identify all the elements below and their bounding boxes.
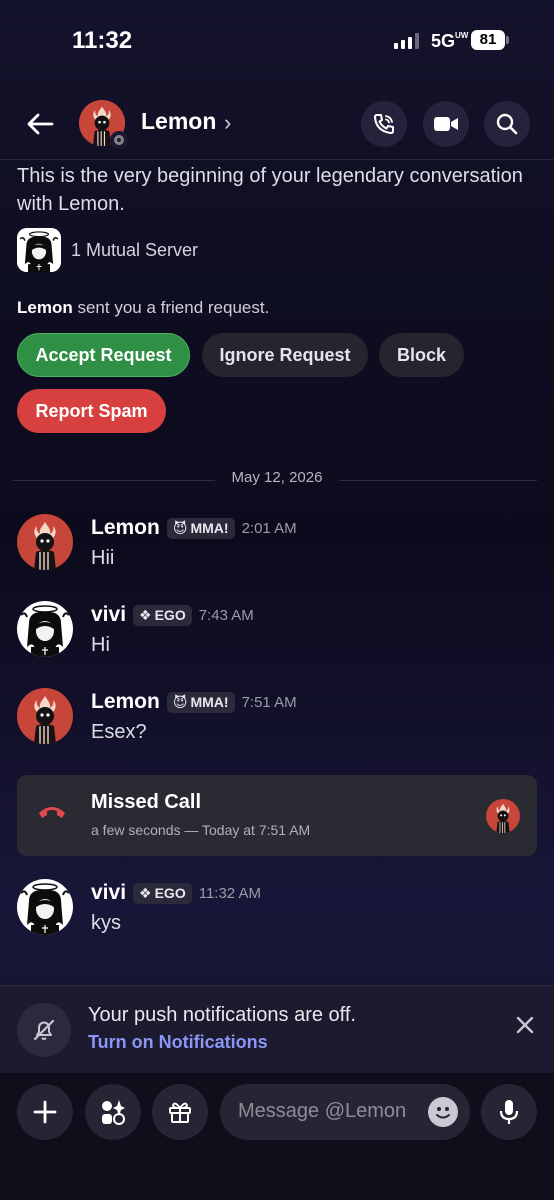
message-text: Hi <box>91 634 110 656</box>
gift-button[interactable] <box>152 1084 208 1140</box>
battery-nub <box>506 36 509 44</box>
signal-icon <box>394 33 419 49</box>
server-tag[interactable]: ❖ EGO <box>133 604 192 626</box>
message-input[interactable]: Message @Lemon <box>220 1084 470 1140</box>
voice-message-button[interactable] <box>481 1084 537 1140</box>
status-time: 11:32 <box>72 27 133 54</box>
message-input-placeholder: Message @Lemon <box>238 1100 407 1122</box>
call-title: Missed Call <box>91 791 202 813</box>
message-timestamp: 2:01 AM <box>241 519 297 537</box>
apps-icon <box>102 1100 125 1125</box>
gift-icon <box>169 1102 191 1123</box>
message-author[interactable]: Lemon <box>91 690 160 714</box>
apps-button[interactable] <box>85 1084 141 1140</box>
avatar <box>486 799 520 833</box>
message-composer: Message @Lemon <box>0 1073 554 1200</box>
tag-badge-icon: 😈 <box>172 519 188 536</box>
request-sender: Lemon <box>17 298 73 317</box>
header-username[interactable]: Lemon <box>141 108 216 135</box>
phone-icon <box>374 114 394 134</box>
avatar[interactable] <box>17 601 73 657</box>
emoji-icon[interactable] <box>428 1097 458 1127</box>
message-timestamp: 7:51 AM <box>241 693 297 711</box>
close-icon[interactable] <box>516 1016 534 1039</box>
video-call-button[interactable] <box>423 101 469 147</box>
add-attachment-button[interactable] <box>17 1084 73 1140</box>
report-spam-button[interactable]: Report Spam <box>17 389 166 433</box>
search-button[interactable] <box>484 101 530 147</box>
chevron-right-icon[interactable]: › <box>224 110 231 136</box>
tag-badge-icon: 😈 <box>172 693 188 710</box>
server-tag[interactable]: ❖ EGO <box>133 882 192 904</box>
mutual-server-label: 1 Mutual Server <box>71 239 199 260</box>
avatar[interactable] <box>17 688 73 744</box>
back-button[interactable] <box>22 106 58 142</box>
voice-call-button[interactable] <box>361 101 407 147</box>
microphone-icon <box>499 1100 519 1124</box>
mutual-servers[interactable]: 1 Mutual Server <box>17 228 198 272</box>
message-timestamp: 7:43 AM <box>198 606 254 624</box>
message-text: kys <box>91 912 121 934</box>
push-notification-banner: Your push notifications are off. Turn on… <box>0 985 554 1073</box>
message-author[interactable]: vivi <box>91 603 126 627</box>
bell-off-icon <box>17 1003 71 1057</box>
search-icon <box>496 113 518 135</box>
accept-request-button[interactable]: Accept Request <box>17 333 190 377</box>
conversation-intro: This is the very beginning of your legen… <box>17 165 523 215</box>
missed-call-icon <box>37 803 67 826</box>
missed-call-card[interactable]: Missed Call a few seconds — Today at 7:5… <box>17 775 537 856</box>
tag-badge-icon: ❖ <box>139 606 152 623</box>
video-camera-icon <box>434 117 458 131</box>
server-tag[interactable]: 😈 MMA! <box>166 517 235 539</box>
block-button[interactable]: Block <box>379 333 464 377</box>
message-author[interactable]: Lemon <box>91 516 160 540</box>
status-bar: 11:32 5GUW 81 <box>0 0 554 80</box>
message-author[interactable]: vivi <box>91 881 126 905</box>
friend-request-text: Lemon sent you a friend request. <box>17 298 269 318</box>
server-icon <box>17 228 61 272</box>
request-text: sent you a friend request. <box>72 298 270 317</box>
turn-on-notifications-link[interactable]: Turn on Notifications <box>88 1032 268 1053</box>
avatar[interactable] <box>17 879 73 935</box>
message-text: Hii <box>91 547 115 569</box>
server-tag[interactable]: 😈 MMA! <box>166 691 235 713</box>
avatar[interactable] <box>17 514 73 570</box>
chat-header: Lemon › <box>0 90 554 160</box>
plus-icon <box>33 1100 57 1124</box>
call-subtitle: a few seconds — Today at 7:51 AM <box>91 822 311 838</box>
arrow-left-icon <box>27 113 54 135</box>
ignore-request-button[interactable]: Ignore Request <box>202 333 368 377</box>
offline-status-icon <box>110 131 128 149</box>
avatar[interactable] <box>79 100 128 149</box>
tag-badge-icon: ❖ <box>139 884 152 901</box>
battery-icon: 81 <box>471 30 505 50</box>
notification-title: Your push notifications are off. <box>88 1004 356 1026</box>
message-text: Esex? <box>91 721 147 743</box>
network-label: 5GUW <box>431 31 469 51</box>
date-divider-label: May 12, 2026 <box>215 469 339 486</box>
message-timestamp: 11:32 AM <box>198 884 261 902</box>
